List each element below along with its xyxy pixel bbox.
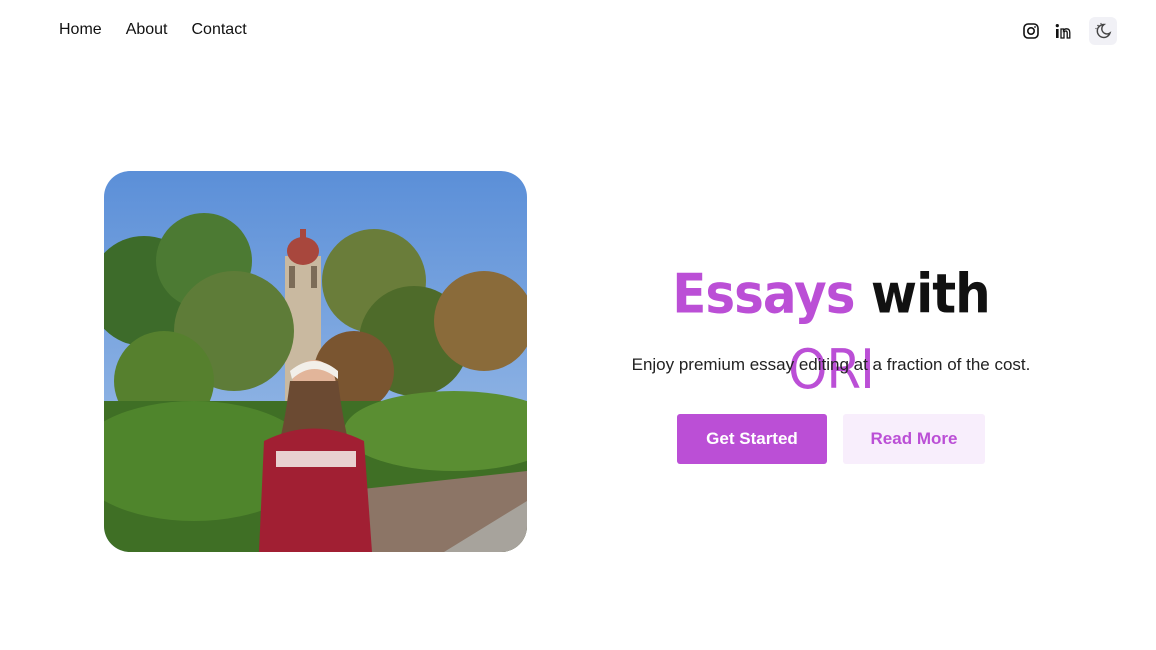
- linkedin-icon[interactable]: [1053, 19, 1073, 43]
- hero-title: Essays with ORI: [631, 256, 1031, 407]
- nav-about[interactable]: About: [126, 18, 168, 42]
- header-actions: [1021, 17, 1117, 45]
- read-more-button[interactable]: Read More: [843, 414, 985, 464]
- hero-photo: [104, 171, 527, 552]
- hero-subtitle: Enjoy premium essay editing at a fractio…: [631, 355, 1031, 374]
- title-word-with: with: [870, 262, 991, 326]
- nav-home[interactable]: Home: [59, 18, 102, 42]
- nav-contact[interactable]: Contact: [192, 18, 247, 42]
- title-word-essays: Essays: [672, 262, 855, 326]
- moon-stars-icon: [1095, 22, 1112, 39]
- instagram-icon[interactable]: [1021, 19, 1041, 43]
- main-nav: Home About Contact: [59, 18, 247, 42]
- theme-toggle-button[interactable]: [1089, 17, 1117, 45]
- get-started-button[interactable]: Get Started: [677, 414, 827, 464]
